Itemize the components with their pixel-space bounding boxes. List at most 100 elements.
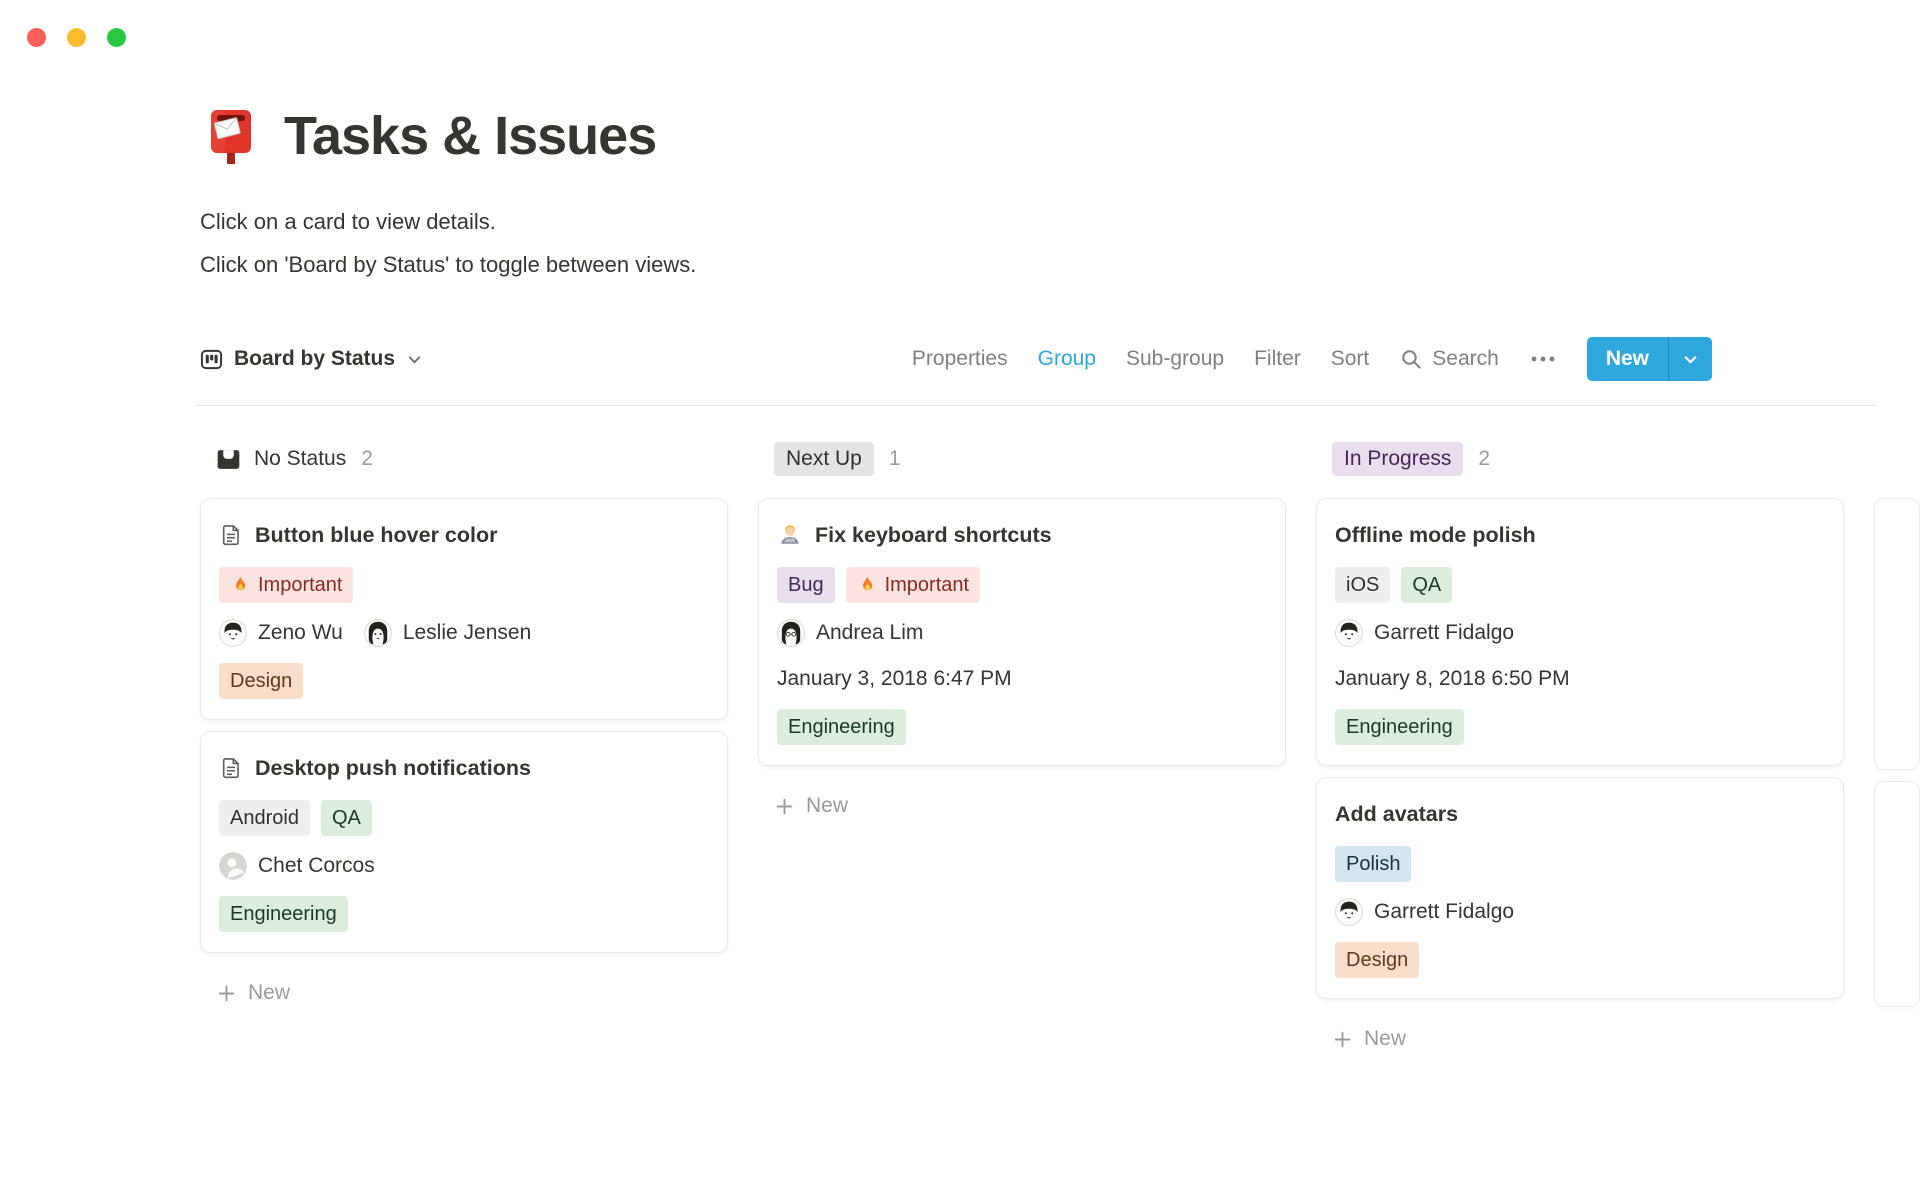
toolbar-divider (196, 405, 1876, 406)
zoom-window-button[interactable] (107, 28, 126, 47)
avatar (219, 852, 247, 880)
tag-qa: QA (1401, 567, 1453, 603)
tag-design: Design (219, 663, 304, 699)
avatar-woman-illustration (363, 619, 392, 647)
column-in-progress: In Progress 2 Offline mode polish iOS QA… (1316, 442, 1844, 1051)
fire-icon (862, 576, 872, 591)
new-record-split-button: New (1586, 337, 1712, 381)
card-desktop-push-notifications[interactable]: Desktop push notifications Android QA Ch… (200, 731, 728, 953)
partial-next-column (1874, 442, 1920, 1018)
person-garrett-fidalgo: Garrett Fidalgo (1335, 619, 1514, 647)
card-add-avatars[interactable]: Add avatars Polish Garrett Fidalgo Desig… (1316, 777, 1844, 999)
sort-menu-item[interactable]: Sort (1331, 347, 1370, 371)
new-button[interactable]: New (1587, 337, 1668, 381)
person-zeno-wu: Zeno Wu (219, 619, 343, 647)
column-count: 2 (1478, 447, 1491, 470)
tag-engineering: Engineering (777, 709, 906, 745)
tag-important: Important (219, 567, 354, 603)
view-selector-button[interactable]: Board by Status (200, 347, 423, 371)
partial-card (1874, 498, 1920, 770)
column-title: No Status (216, 447, 346, 472)
add-card-button[interactable]: New (1316, 1027, 1844, 1051)
avatar-man-illustration (219, 619, 247, 647)
search-label: Search (1432, 347, 1499, 370)
card-fix-keyboard-shortcuts[interactable]: Fix keyboard shortcuts Bug Important And… (758, 498, 1286, 766)
mailbox-icon (200, 105, 262, 167)
tag-engineering: Engineering (219, 896, 348, 932)
page-icon (222, 525, 239, 546)
page-icon (222, 758, 239, 779)
inbox-icon (216, 447, 241, 472)
plus-icon (776, 798, 793, 814)
avatar (777, 619, 805, 647)
column-no-status: No Status 2 Button blue hover color Impo… (200, 442, 728, 1005)
description-line: Click on 'Board by Status' to toggle bet… (200, 252, 697, 277)
card-title: Fix keyboard shortcuts (815, 523, 1052, 547)
tag-ios: iOS (1335, 567, 1391, 603)
subgroup-menu-item[interactable]: Sub-group (1126, 347, 1224, 371)
close-window-button[interactable] (27, 28, 46, 47)
avatar-man-illustration (1335, 898, 1363, 926)
avatar-placeholder-icon (219, 852, 247, 880)
avatar (1335, 898, 1363, 926)
new-button-dropdown[interactable] (1668, 337, 1712, 381)
column-count: 1 (888, 447, 901, 470)
plus-icon (1334, 1031, 1351, 1047)
column-header[interactable]: Next Up 1 (758, 442, 1286, 476)
column-status-badge: In Progress (1332, 442, 1464, 476)
description-line: Click on a card to view details. (200, 209, 496, 234)
tag-engineering: Engineering (1335, 709, 1464, 745)
avatar (1335, 619, 1363, 647)
page-title: Tasks & Issues (284, 106, 657, 166)
card-button-blue-hover-color[interactable]: Button blue hover color Important Zeno W… (200, 498, 728, 720)
kanban-board: No Status 2 Button blue hover color Impo… (200, 442, 1920, 1051)
page-header: Tasks & Issues (200, 0, 1920, 172)
add-card-button[interactable]: New (758, 794, 1286, 818)
tag-bug: Bug (777, 567, 835, 603)
person-leslie-jensen: Leslie Jensen (363, 619, 531, 647)
filter-menu-item[interactable]: Filter (1254, 347, 1301, 371)
person-chet-corcos: Chet Corcos (219, 852, 375, 880)
column-header[interactable]: No Status 2 (200, 442, 728, 476)
chevron-down-icon (406, 351, 423, 368)
window-controls (27, 28, 126, 47)
column-count: 2 (361, 447, 373, 470)
tag-android: Android (219, 800, 310, 836)
avatar-woman-glasses-illustration (777, 619, 805, 647)
card-title: Add avatars (1335, 802, 1459, 826)
board-icon (200, 348, 223, 371)
column-next-up: Next Up 1 Fix keyboard shortcuts Bug Imp… (758, 442, 1286, 818)
avatar (363, 619, 392, 647)
group-menu-item[interactable]: Group (1038, 347, 1096, 371)
fire-icon (236, 576, 246, 591)
properties-menu-item[interactable]: Properties (912, 347, 1008, 371)
card-title: Button blue hover color (255, 523, 498, 547)
tag-important: Important (845, 567, 981, 603)
avatar (219, 619, 247, 647)
page-description: Click on a card to view details. Click o… (200, 200, 1920, 286)
card-offline-mode-polish[interactable]: Offline mode polish iOS QA Garrett Fidal… (1316, 498, 1844, 766)
card-title: Offline mode polish (1335, 523, 1536, 547)
tag-polish: Polish (1335, 846, 1412, 882)
card-date: January 3, 2018 6:47 PM (777, 667, 1012, 690)
avatar-man-illustration (1335, 619, 1363, 647)
tag-qa: QA (320, 800, 372, 836)
tag-design: Design (1335, 942, 1420, 978)
card-title: Desktop push notifications (255, 756, 531, 780)
view-selector-label: Board by Status (234, 347, 396, 370)
add-card-button[interactable]: New (200, 981, 728, 1005)
technologist-icon (781, 525, 799, 544)
ellipsis-icon (1531, 356, 1555, 362)
person-garrett-fidalgo: Garrett Fidalgo (1335, 898, 1514, 926)
search-icon (1399, 347, 1423, 371)
plus-icon (218, 985, 235, 1001)
column-status-badge: Next Up (774, 442, 874, 476)
minimize-window-button[interactable] (67, 28, 86, 47)
card-date: January 8, 2018 6:50 PM (1335, 667, 1570, 690)
more-options-button[interactable] (1529, 354, 1557, 364)
search-button[interactable]: Search (1399, 347, 1499, 371)
chevron-down-icon (1684, 355, 1697, 363)
person-andrea-lim: Andrea Lim (777, 619, 923, 647)
column-header[interactable]: In Progress 2 (1316, 442, 1844, 476)
partial-card (1874, 781, 1920, 1007)
